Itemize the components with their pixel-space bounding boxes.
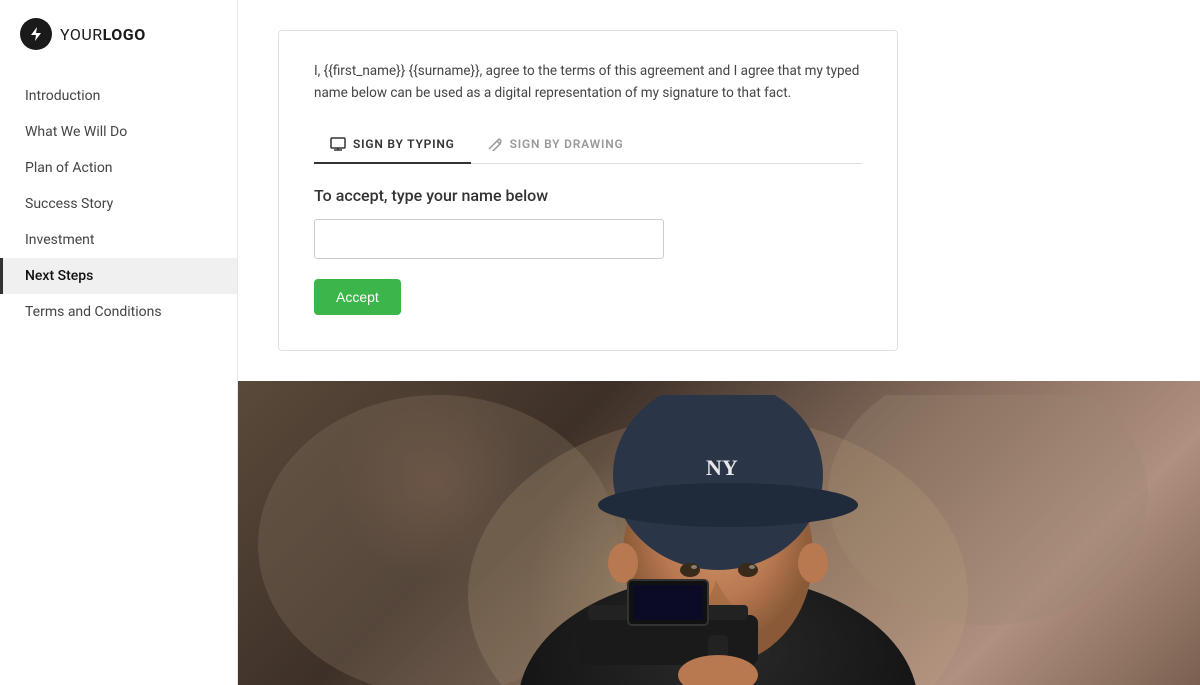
tab-sign-by-typing-label: SIGN BY TYPING: [353, 137, 455, 151]
main-content: I, {{first_name}} {{surname}}, agree to …: [238, 0, 1200, 685]
drawing-icon: [487, 136, 503, 152]
agreement-text: I, {{first_name}} {{surname}}, agree to …: [314, 61, 862, 104]
name-input[interactable]: [314, 219, 664, 259]
tab-sign-by-drawing[interactable]: SIGN BY DRAWING: [471, 126, 640, 164]
sidebar: YOURLOGO Introduction What We Will Do Pl…: [0, 0, 238, 685]
sidebar-item-next-steps[interactable]: Next Steps: [0, 258, 237, 294]
typing-instruction: To accept, type your name below: [314, 186, 862, 205]
logo: YOURLOGO: [0, 0, 237, 68]
sidebar-item-what-we-will-do[interactable]: What We Will Do: [0, 114, 237, 150]
sidebar-item-investment[interactable]: Investment: [0, 222, 237, 258]
sidebar-item-terms-and-conditions[interactable]: Terms and Conditions: [0, 294, 237, 330]
sidebar-item-introduction[interactable]: Introduction: [0, 78, 237, 114]
person-illustration: NY: [238, 395, 1198, 685]
accept-button[interactable]: Accept: [314, 279, 401, 315]
nav-list: Introduction What We Will Do Plan of Act…: [0, 68, 237, 685]
bottom-photo: NY: [238, 381, 1200, 685]
signature-tabs: SIGN BY TYPING SIGN BY DRAWING: [314, 126, 862, 164]
logo-text: YOURLOGO: [60, 25, 146, 44]
svg-text:NY: NY: [706, 455, 738, 480]
top-section: I, {{first_name}} {{surname}}, agree to …: [238, 0, 1200, 381]
logo-icon: [20, 18, 52, 50]
signature-card: I, {{first_name}} {{surname}}, agree to …: [278, 30, 898, 351]
sidebar-item-success-story[interactable]: Success Story: [0, 186, 237, 222]
tab-sign-by-drawing-label: SIGN BY DRAWING: [510, 137, 624, 151]
sidebar-item-plan-of-action[interactable]: Plan of Action: [0, 150, 237, 186]
typing-icon: [330, 136, 346, 152]
tab-sign-by-typing[interactable]: SIGN BY TYPING: [314, 126, 471, 164]
